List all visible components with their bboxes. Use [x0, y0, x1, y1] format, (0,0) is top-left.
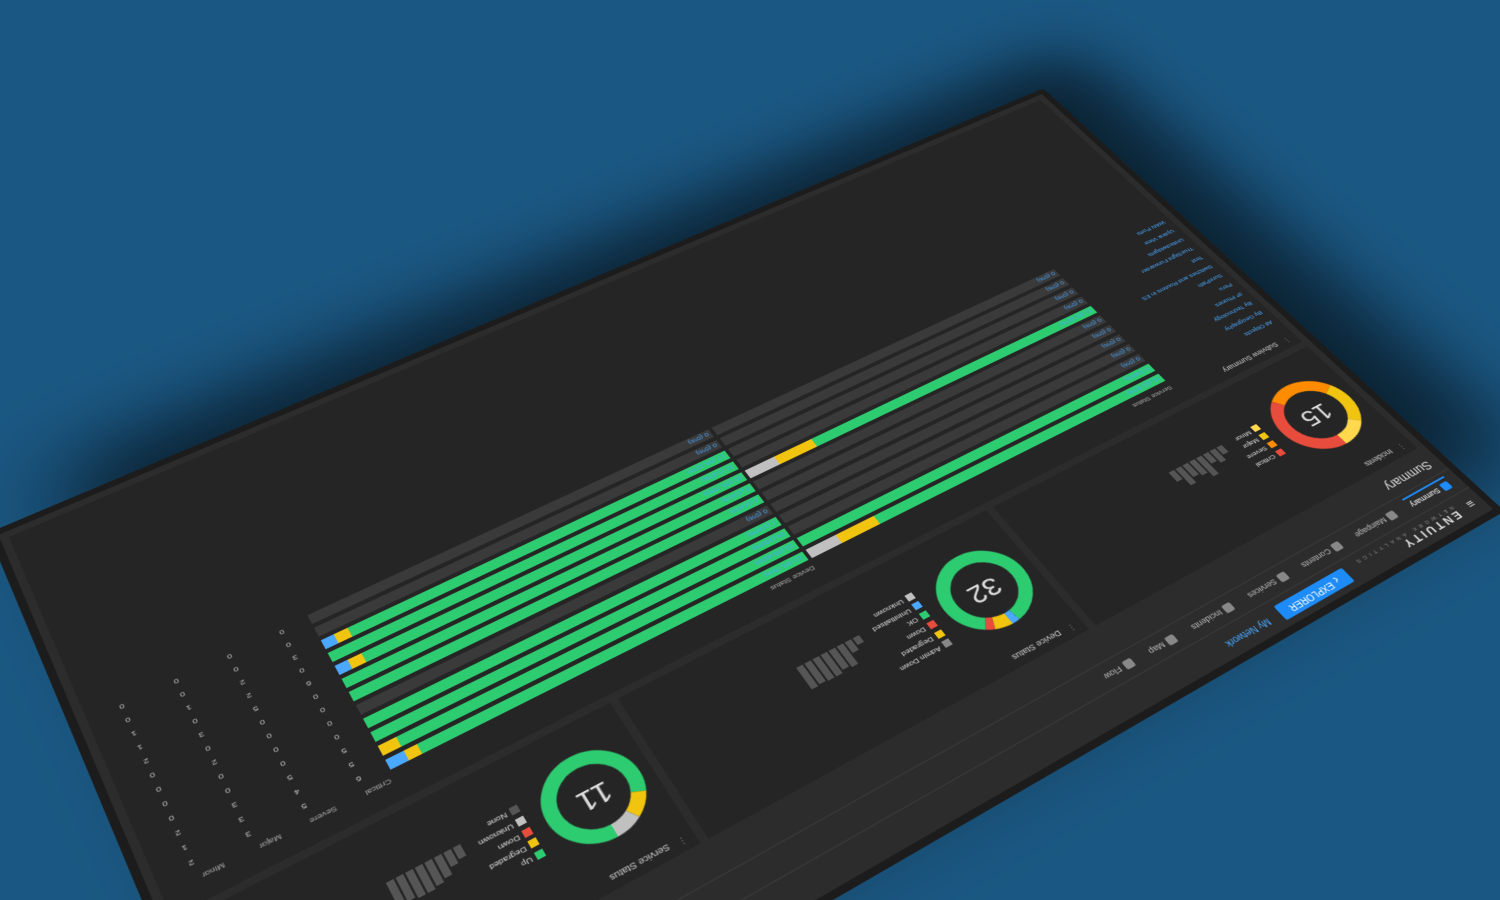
services-icon — [1276, 571, 1291, 582]
device_status-sparkline — [797, 635, 883, 699]
monitor-bezel: ≡ ENTUITYNETWORK ANALYTICS EXPLORER My N… — [0, 88, 1500, 900]
map-icon — [1164, 633, 1179, 645]
service_status-legend: UpDegradedDownUnknownNone — [467, 802, 548, 884]
flow-icon — [1121, 657, 1136, 669]
incidents-icon — [1221, 601, 1236, 613]
summary-icon — [1439, 480, 1453, 491]
service_status-donut: 11 — [519, 729, 671, 866]
incidents-sparkline — [1169, 445, 1247, 499]
monitor-frame: ≡ ENTUITYNETWORK ANALYTICS EXPLORER My N… — [0, 88, 1500, 900]
mainpage-icon — [1385, 509, 1399, 520]
contents-icon — [1330, 540, 1345, 551]
hamburger-icon[interactable]: ≡ — [1463, 496, 1480, 510]
app-screen: ≡ ENTUITYNETWORK ANALYTICS EXPLORER My N… — [0, 94, 1493, 900]
service_status-sparkline — [386, 844, 480, 900]
